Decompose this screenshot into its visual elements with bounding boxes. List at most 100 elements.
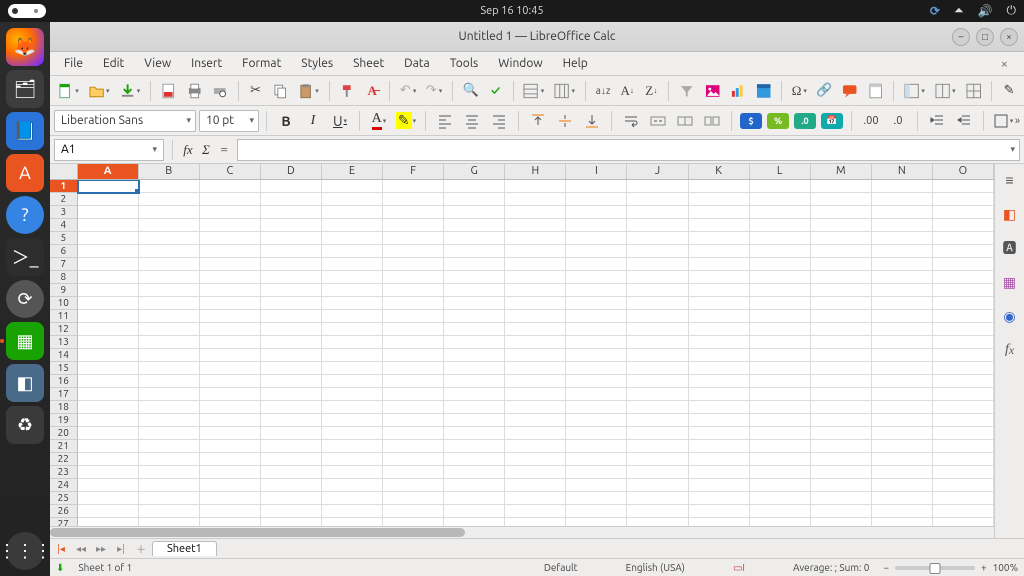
cell[interactable] — [566, 505, 627, 518]
cell[interactable] — [627, 518, 688, 526]
cell[interactable] — [139, 518, 200, 526]
cell[interactable] — [200, 479, 261, 492]
cell[interactable] — [444, 492, 505, 505]
cell[interactable] — [78, 388, 139, 401]
cell[interactable] — [811, 336, 872, 349]
cell[interactable] — [139, 245, 200, 258]
cell[interactable] — [444, 518, 505, 526]
cell[interactable] — [627, 440, 688, 453]
cell[interactable] — [200, 349, 261, 362]
cell[interactable] — [933, 518, 994, 526]
cell[interactable] — [200, 206, 261, 219]
cell[interactable] — [872, 323, 933, 336]
redo-button[interactable]: ↷ — [422, 80, 446, 102]
dock-other-app[interactable]: ◧ — [6, 364, 44, 402]
cell[interactable] — [505, 232, 566, 245]
col-header-K[interactable]: K — [689, 164, 750, 179]
cell[interactable] — [933, 271, 994, 284]
cell[interactable] — [383, 440, 444, 453]
cell[interactable] — [627, 505, 688, 518]
cell[interactable] — [505, 219, 566, 232]
cell[interactable] — [78, 466, 139, 479]
activities-pill[interactable] — [8, 4, 46, 18]
cell[interactable] — [261, 245, 322, 258]
refresh-icon[interactable]: ⟳ — [930, 4, 940, 18]
cell[interactable] — [261, 518, 322, 526]
number-button[interactable]: .0 — [793, 110, 817, 132]
sidebar-properties-icon[interactable]: ◧ — [1000, 204, 1020, 224]
cell[interactable] — [627, 323, 688, 336]
cell[interactable] — [689, 388, 750, 401]
menu-view[interactable]: View — [134, 54, 181, 73]
cell[interactable] — [322, 362, 383, 375]
col-header-N[interactable]: N — [872, 164, 933, 179]
row-button[interactable] — [519, 80, 548, 102]
cell[interactable] — [689, 232, 750, 245]
cell[interactable] — [689, 245, 750, 258]
comment-button[interactable] — [838, 80, 861, 102]
cell[interactable] — [444, 219, 505, 232]
cell[interactable] — [505, 271, 566, 284]
cell[interactable] — [505, 440, 566, 453]
chart-button[interactable] — [726, 80, 749, 102]
align-left-button[interactable] — [433, 110, 457, 132]
cell[interactable] — [78, 414, 139, 427]
col-header-L[interactable]: L — [750, 164, 811, 179]
font-color-button[interactable]: A — [367, 110, 391, 132]
cell[interactable] — [566, 518, 627, 526]
cell[interactable] — [261, 271, 322, 284]
align-vcenter-button[interactable] — [553, 110, 577, 132]
cell[interactable] — [444, 258, 505, 271]
underline-button[interactable]: U — [328, 110, 352, 132]
cell[interactable] — [261, 440, 322, 453]
cell[interactable] — [505, 362, 566, 375]
cell[interactable] — [933, 336, 994, 349]
cell[interactable] — [750, 271, 811, 284]
cell[interactable] — [933, 375, 994, 388]
cell[interactable] — [444, 323, 505, 336]
row-header[interactable]: 24 — [50, 479, 78, 492]
cell[interactable] — [383, 505, 444, 518]
cell[interactable] — [200, 245, 261, 258]
find-button[interactable]: 🔍 — [459, 80, 483, 102]
cell[interactable] — [627, 310, 688, 323]
cell[interactable] — [689, 323, 750, 336]
cell[interactable] — [750, 323, 811, 336]
cell[interactable] — [750, 219, 811, 232]
row-header[interactable]: 4 — [50, 219, 78, 232]
close-document-icon[interactable]: × — [991, 54, 1018, 74]
dock-libreoffice-calc[interactable]: ▦ — [6, 322, 44, 360]
row-header[interactable]: 23 — [50, 466, 78, 479]
formula-icon[interactable]: = — [217, 142, 231, 158]
cell[interactable] — [444, 193, 505, 206]
italic-button[interactable]: I — [301, 110, 325, 132]
font-size-combo[interactable]: 10 pt▾ — [199, 110, 259, 132]
cell[interactable] — [566, 271, 627, 284]
cell[interactable] — [811, 453, 872, 466]
new-button[interactable] — [54, 80, 83, 102]
cell[interactable] — [200, 258, 261, 271]
cell[interactable] — [505, 492, 566, 505]
sidebar-menu-icon[interactable]: ≡ — [1000, 170, 1020, 190]
menu-tools[interactable]: Tools — [440, 54, 489, 73]
decrease-indent-button[interactable] — [952, 110, 976, 132]
cell[interactable] — [872, 440, 933, 453]
cell[interactable] — [383, 414, 444, 427]
cell[interactable] — [383, 479, 444, 492]
cell[interactable] — [750, 440, 811, 453]
print-preview-button[interactable] — [208, 80, 231, 102]
cell[interactable] — [261, 297, 322, 310]
cell[interactable] — [200, 284, 261, 297]
cell[interactable] — [322, 219, 383, 232]
cell[interactable] — [383, 349, 444, 362]
cell[interactable] — [933, 323, 994, 336]
cell[interactable] — [750, 232, 811, 245]
cell[interactable] — [261, 427, 322, 440]
cell[interactable] — [689, 362, 750, 375]
cell[interactable] — [750, 193, 811, 206]
cell[interactable] — [78, 349, 139, 362]
cell[interactable] — [383, 362, 444, 375]
power-icon[interactable]: ⏻ — [1007, 4, 1017, 18]
cell[interactable] — [627, 427, 688, 440]
cell[interactable] — [505, 466, 566, 479]
